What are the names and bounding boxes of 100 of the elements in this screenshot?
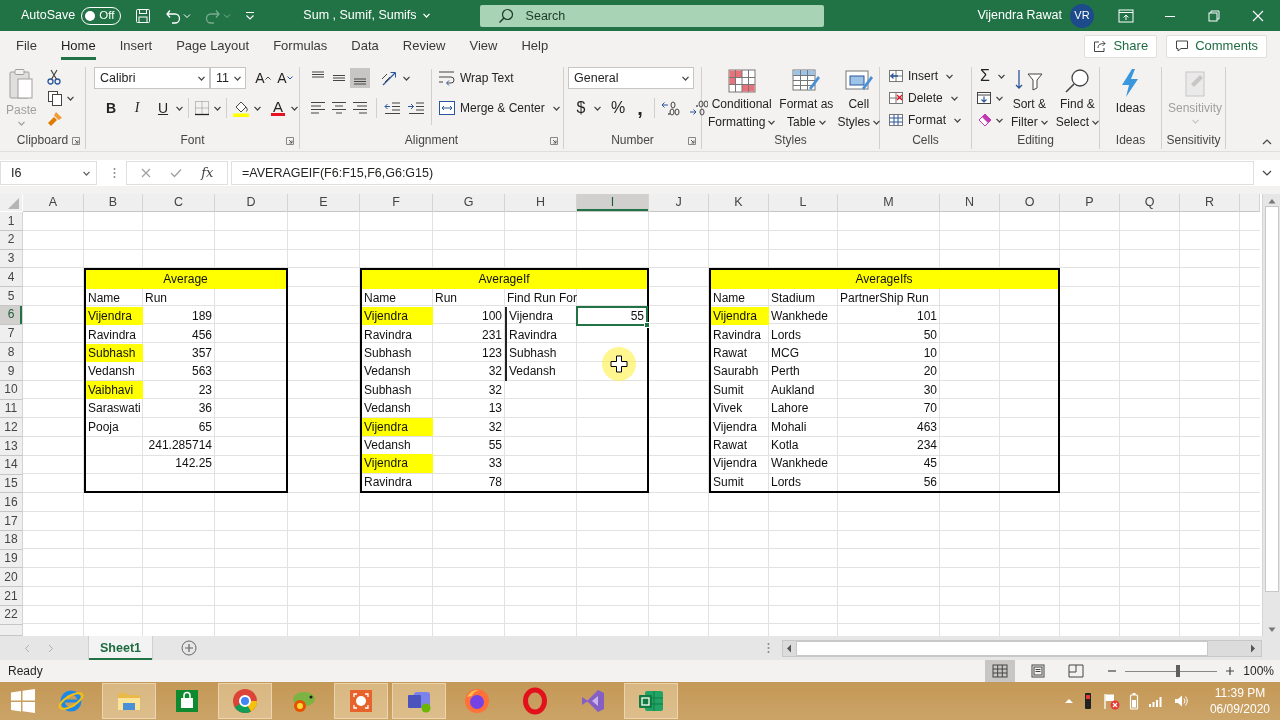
close-icon[interactable] (1252, 9, 1264, 22)
paintbrush-icon[interactable] (46, 111, 63, 127)
table-cell[interactable]: Vijendra (711, 417, 769, 436)
italic-button[interactable]: I (128, 97, 146, 119)
caret-icon[interactable] (176, 105, 183, 111)
table-cell[interactable]: Rawat (711, 343, 769, 363)
fill-handle[interactable] (644, 322, 650, 329)
user-name[interactable]: Vijendra Rawat (977, 8, 1062, 23)
device-icon[interactable] (1082, 692, 1093, 710)
add-sheet-icon[interactable] (181, 640, 197, 656)
table-cell[interactable]: 13 (433, 399, 505, 418)
taskbar-app-button[interactable] (334, 683, 388, 719)
column-header[interactable]: A (23, 194, 84, 212)
border-grid-icon[interactable] (194, 100, 210, 116)
row-header[interactable]: 17 (0, 512, 23, 531)
table-cell[interactable]: Name (86, 288, 143, 308)
caret-up-icon[interactable] (1262, 139, 1272, 145)
taskbar-app-button[interactable] (102, 683, 156, 719)
caret-icon[interactable] (403, 75, 410, 81)
arrow-dots-icon[interactable] (660, 100, 680, 116)
row-header[interactable]: 9 (0, 362, 23, 381)
table-cell[interactable]: Vijendra (362, 307, 433, 326)
sheet-tab[interactable]: Sheet1 (88, 636, 153, 660)
row-header[interactable]: 13 (0, 437, 23, 456)
caret-icon[interactable] (954, 117, 961, 123)
caret-icon[interactable] (996, 117, 1003, 123)
table-cell[interactable]: Ravindra (362, 325, 433, 344)
scrollbar-thumb[interactable] (796, 640, 1208, 656)
table-cell[interactable]: 101 (838, 307, 940, 326)
table-cell[interactable]: Sumit (711, 380, 769, 400)
font-name-field[interactable]: Calibri (94, 67, 210, 89)
table-cell[interactable]: 463 (838, 417, 940, 436)
column-header[interactable]: E (288, 194, 360, 212)
table-cell[interactable]: 234 (838, 436, 940, 455)
table-title-cell[interactable]: AverageIf (362, 270, 647, 289)
indent-icon[interactable] (407, 100, 425, 116)
table-cell[interactable]: Vedansh (505, 362, 577, 381)
delete-cells-button[interactable]: Delete (888, 87, 943, 109)
column-header[interactable]: K (709, 194, 769, 212)
share-button[interactable]: Share (1084, 34, 1158, 58)
column-header[interactable]: O (1000, 194, 1060, 212)
table-cell[interactable]: Run (433, 288, 505, 308)
check-icon[interactable] (169, 168, 182, 178)
table-cell[interactable]: 10 (838, 343, 940, 363)
ribbon-tab[interactable]: Review (390, 31, 458, 61)
table-cell[interactable]: Vijendra (711, 454, 769, 473)
ribbon-tab[interactable]: Help (509, 31, 561, 61)
table-cell[interactable]: 23 (143, 380, 215, 400)
table-cell[interactable]: 55 (433, 436, 505, 455)
column-header[interactable]: Q (1120, 194, 1180, 212)
column-header[interactable]: C (143, 194, 215, 212)
down-arrow-icon[interactable] (1267, 627, 1276, 633)
name-box[interactable]: I6 (0, 161, 97, 185)
table-cell[interactable]: 30 (838, 380, 940, 400)
document-title[interactable]: Sum , Sumif, Sumifs (303, 8, 430, 23)
table-cell[interactable]: Vijendra (362, 454, 433, 473)
table-cell[interactable]: 231 (433, 325, 505, 344)
table-cell[interactable]: Lords (769, 325, 838, 344)
table-cell[interactable]: 189 (143, 307, 215, 326)
column-header[interactable]: M (838, 194, 940, 212)
start-button[interactable] (10, 688, 36, 714)
scrollbar-thumb[interactable] (1264, 206, 1279, 592)
cell-styles-button[interactable]: Cell Styles (835, 67, 883, 131)
sort-filter-button[interactable]: Sort & Filter (1009, 67, 1050, 131)
ribbon-tab[interactable]: Page Layout (164, 31, 262, 61)
ribbon-tab[interactable]: Insert (107, 31, 165, 61)
table-cell[interactable]: Kotla (769, 436, 838, 455)
caret-icon[interactable] (552, 105, 560, 111)
ribbon-tab[interactable]: Data (339, 31, 391, 61)
dialog-launcher-icon[interactable] (286, 136, 294, 145)
column-header[interactable]: D (215, 194, 288, 212)
table-cell[interactable]: Vijendra (86, 307, 143, 326)
table-cell[interactable]: PartnerShip Run (838, 288, 940, 308)
number-format-field[interactable]: General (568, 67, 694, 89)
caret-icon[interactable] (254, 105, 261, 111)
column-header[interactable]: F (360, 194, 433, 212)
caret-icon[interactable] (1262, 170, 1272, 176)
comma-style-button[interactable]: , (631, 97, 649, 119)
row-header[interactable]: 16 (0, 493, 23, 512)
eraser-icon[interactable] (976, 112, 992, 128)
format-as-table-button[interactable]: Format as Table (777, 67, 836, 131)
table-cell[interactable]: Name (711, 288, 769, 308)
caret-icon[interactable] (66, 95, 74, 101)
ribbon-display-icon[interactable] (1118, 8, 1134, 23)
dialog-launcher-icon[interactable] (550, 136, 558, 145)
table-title-cell[interactable]: AverageIfs (711, 270, 1058, 289)
search-field[interactable]: Search (479, 4, 824, 27)
fill-down-icon[interactable] (976, 90, 992, 106)
table-cell[interactable]: Aukland (769, 380, 838, 400)
table-cell[interactable]: MCG (769, 343, 838, 363)
column-header[interactable]: J (649, 194, 709, 212)
font-color-button[interactable]: A (269, 97, 287, 119)
orientation-icon[interactable] (380, 69, 398, 87)
find-select-button[interactable]: Find & Select (1053, 67, 1102, 131)
row-header[interactable]: 20 (0, 568, 23, 587)
zoom-slider-thumb[interactable] (1175, 665, 1180, 677)
table-cell[interactable]: 100 (433, 307, 505, 326)
up-arrow-icon[interactable] (1267, 198, 1276, 204)
column-header[interactable]: P (1060, 194, 1120, 212)
scissors-icon[interactable] (46, 69, 61, 85)
